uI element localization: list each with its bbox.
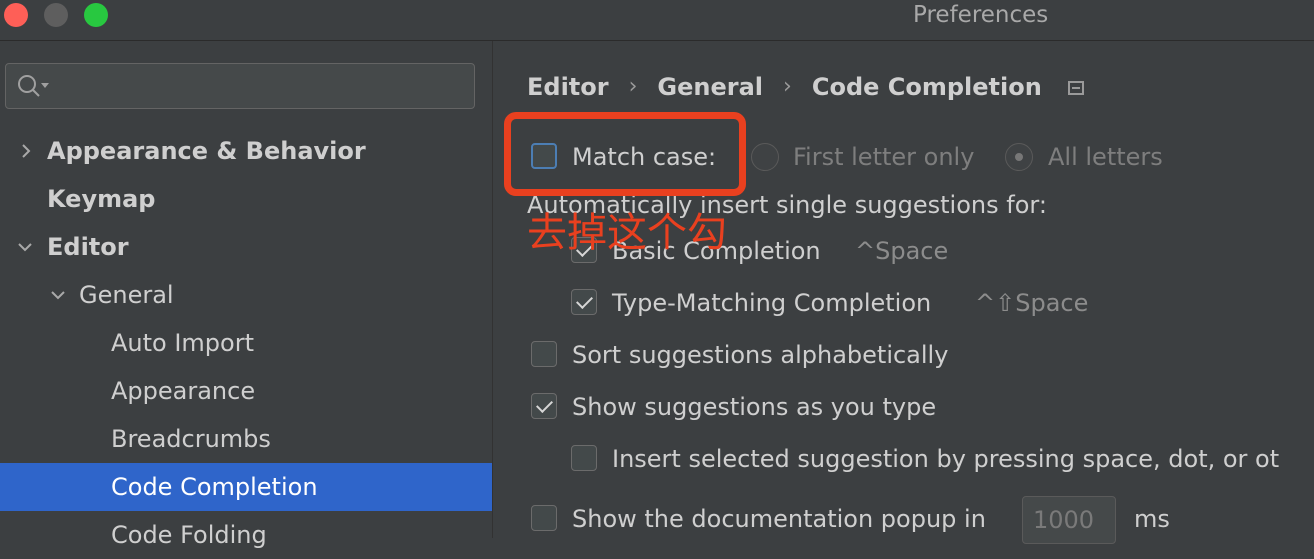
sidebar-item-keymap[interactable]: Keymap: [0, 175, 492, 223]
breadcrumb-item-code-completion: Code Completion: [811, 73, 1042, 101]
sidebar-item-breadcrumbs[interactable]: Breadcrumbs: [0, 415, 492, 463]
sort-alphabetically-label: Sort suggestions alphabetically: [572, 341, 949, 369]
annotation-highlight-box: [504, 112, 746, 196]
all-letters-label: All letters: [1048, 143, 1163, 171]
type-matching-shortcut: ^⇧Space: [975, 289, 1089, 317]
doc-popup-checkbox[interactable]: [531, 505, 557, 531]
annotation-text: 去掉这个勾: [527, 210, 727, 256]
all-letters-radio[interactable]: [1005, 143, 1033, 171]
settings-sidebar: Appearance & Behavior Keymap Editor Gene…: [0, 41, 493, 549]
insert-selected-label: Insert selected suggestion by pressing s…: [612, 445, 1280, 473]
sidebar-item-appearance[interactable]: Appearance: [0, 367, 492, 415]
sidebar-item-label: Editor: [47, 233, 129, 261]
doc-popup-unit: ms: [1134, 505, 1170, 533]
breadcrumb-item-general[interactable]: General: [657, 67, 763, 107]
chevron-down-icon[interactable]: [17, 239, 33, 255]
doc-popup-label: Show the documentation popup in: [572, 505, 986, 533]
window-title: Preferences: [913, 2, 1049, 28]
search-input[interactable]: [5, 63, 475, 109]
breadcrumb-separator: ›: [628, 74, 638, 99]
sidebar-item-label: Appearance: [111, 377, 256, 405]
sidebar-item-general[interactable]: General: [0, 271, 492, 319]
first-letter-only-radio[interactable]: [751, 143, 779, 171]
sidebar-item-label: Appearance & Behavior: [47, 137, 366, 165]
sidebar-item-label: General: [79, 281, 174, 309]
maximize-window-button[interactable]: [84, 3, 108, 27]
sidebar-item-editor[interactable]: Editor: [0, 223, 492, 271]
sort-alphabetically-checkbox[interactable]: [531, 341, 557, 367]
insert-selected-checkbox[interactable]: [571, 445, 597, 471]
breadcrumb-item-editor[interactable]: Editor: [527, 67, 609, 107]
minimize-window-button[interactable]: [44, 3, 68, 27]
sidebar-item-label: Auto Import: [111, 329, 255, 357]
search-icon[interactable]: [16, 73, 50, 99]
doc-popup-delay-input[interactable]: 1000: [1022, 496, 1116, 544]
show-as-you-type-checkbox[interactable]: [531, 393, 557, 419]
type-matching-row: Type-Matching Completion ^⇧Space: [571, 285, 1271, 321]
basic-completion-shortcut: ^Space: [855, 237, 949, 265]
sidebar-item-label: Code Folding: [111, 521, 267, 549]
sidebar-item-label: Keymap: [47, 185, 156, 213]
sidebar-item-code-folding[interactable]: Code Folding: [0, 511, 492, 559]
show-as-you-type-label: Show suggestions as you type: [572, 393, 937, 421]
breadcrumb-separator: ›: [783, 74, 792, 99]
type-matching-label: Type-Matching Completion: [612, 289, 932, 317]
first-letter-only-label: First letter only: [793, 143, 975, 171]
chevron-right-icon[interactable]: [18, 143, 34, 159]
breadcrumb: Editor › General › Code Completion: [527, 67, 1084, 107]
sort-alphabetically-row: Sort suggestions alphabetically: [531, 337, 1291, 373]
close-window-button[interactable]: [4, 3, 28, 27]
sidebar-item-auto-import[interactable]: Auto Import: [0, 319, 492, 367]
sidebar-item-appearance-behavior[interactable]: Appearance & Behavior: [0, 127, 492, 175]
chevron-down-icon[interactable]: [50, 287, 66, 303]
doc-popup-row: Show the documentation popup in ms: [531, 501, 1291, 537]
type-matching-checkbox[interactable]: [571, 289, 597, 315]
sidebar-item-label: Code Completion: [111, 473, 318, 501]
show-as-you-type-row: Show suggestions as you type: [531, 389, 1291, 425]
title-bar: Preferences: [0, 0, 1314, 41]
insert-selected-row: Insert selected suggestion by pressing s…: [571, 441, 1314, 477]
sidebar-item-code-completion[interactable]: Code Completion: [0, 463, 492, 511]
sidebar-item-label: Breadcrumbs: [111, 425, 271, 453]
breadcrumb-settings-icon[interactable]: [1067, 81, 1084, 95]
